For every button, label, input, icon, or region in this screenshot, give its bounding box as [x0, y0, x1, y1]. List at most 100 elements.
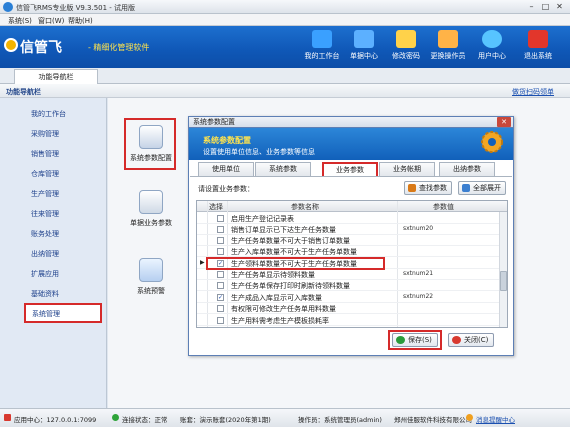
toolbar-change-password-button[interactable]: 修改密码	[386, 30, 426, 66]
shortcut-label: 系统预警	[137, 287, 165, 295]
alarm-icon	[139, 258, 163, 282]
table-row[interactable]: 生产用料需考虑生产模板损耗率	[197, 315, 499, 326]
toolbar-label: 用户中心	[478, 52, 506, 60]
row-checkbox[interactable]	[217, 248, 224, 255]
scrollbar-thumb[interactable]	[500, 271, 507, 291]
sidebar-item-accounts[interactable]: 往来管理	[0, 204, 107, 224]
sidebar-item-cashier[interactable]: 出纳管理	[0, 244, 107, 264]
document-params-shortcut[interactable]: 单据业务参数	[128, 190, 174, 228]
table-row[interactable]: 销售订单显示已下达生产任务数量 sxtnum20	[197, 224, 499, 235]
title-bar: 信管飞RMS专业版 V9.3.501 - 试用版 – □ ✕	[0, 0, 570, 14]
table-row[interactable]: 生产入库单数量不可大于生产任务单数量	[197, 246, 499, 257]
highlight-selected-row	[206, 257, 385, 270]
menu-bar: 系统(S) 窗口(W) 帮助(H)	[0, 14, 570, 26]
minimize-button[interactable]: –	[525, 1, 538, 12]
sidebar-item-production[interactable]: 生产管理	[0, 184, 107, 204]
app-center-status: 应用中心：127.0.0.1:7099	[14, 416, 97, 424]
banner-title: 系统参数配置	[203, 136, 251, 145]
connection-status: 连接状态：正常	[122, 416, 168, 424]
vertical-scrollbar[interactable]	[499, 212, 507, 327]
menu-system[interactable]: 系统(S)	[8, 16, 32, 26]
row-checkbox[interactable]: ✓	[217, 294, 224, 301]
param-name: 销售订单显示已下达生产任务数量	[231, 226, 336, 234]
dialog-title: 系统参数配置	[193, 118, 235, 126]
toolbar-label: 我的工作台	[304, 52, 340, 60]
sidebar-item-purchase[interactable]: 采购管理	[0, 124, 107, 144]
sidebar-item-extensions[interactable]: 扩展应用	[0, 264, 107, 284]
table-row[interactable]: 有权限可修改生产任务单用料数量	[197, 303, 499, 314]
message-center-link[interactable]: 消息提醒中心	[476, 414, 515, 424]
sidebar-item-system-management[interactable]: 系统管理	[24, 303, 102, 323]
close-icon	[452, 336, 461, 344]
column-header-name: 参数名称	[291, 203, 319, 211]
table-row[interactable]: 生产任务单数量不可大于销售订单数量	[197, 235, 499, 246]
company-name: 郑州佳服软件科技有限公司	[394, 416, 472, 424]
row-checkbox[interactable]	[217, 271, 224, 278]
toolbar-label: 退出系统	[524, 52, 552, 60]
tab-cashier-params[interactable]: 出纳参数	[439, 162, 495, 176]
toolbar-exit-button[interactable]: 退出系统	[518, 30, 558, 66]
banner-subtitle: 设置使用单位信息、业务参数等信息	[203, 148, 315, 156]
shortcut-label: 单据业务参数	[130, 219, 172, 227]
button-label: 关闭(C)	[464, 336, 489, 344]
sidebar-item-warehouse[interactable]: 仓库管理	[0, 164, 107, 184]
tab-business-params[interactable]: 业务参数	[322, 162, 378, 177]
find-param-button[interactable]: 查找参数	[404, 181, 452, 195]
menu-help[interactable]: 帮助(H)	[68, 16, 93, 26]
row-checkbox[interactable]	[217, 237, 224, 244]
param-name: 生产成品入库显示可入库数量	[231, 294, 322, 302]
table-row[interactable]: 生产任务单保存打印时刷新待领料数量	[197, 280, 499, 291]
dialog-close-button[interactable]: ✕	[497, 117, 511, 127]
expand-all-button[interactable]: 全部展开	[458, 181, 506, 195]
toolbar-user-center-button[interactable]: 用户中心	[472, 30, 512, 66]
toolbar-label: 单据中心	[350, 52, 378, 60]
sidebar-item-ledger[interactable]: 账务处理	[0, 224, 107, 244]
dialog-title-bar: 系统参数配置	[188, 116, 514, 128]
row-checkbox[interactable]	[217, 317, 224, 324]
param-value: sxtnum20	[403, 225, 434, 232]
param-name: 生产用料需考虑生产模板损耗率	[231, 317, 329, 325]
system-alert-shortcut[interactable]: 系统预警	[128, 258, 174, 296]
expand-icon	[462, 184, 470, 192]
tab-function-nav[interactable]: 功能导航栏	[14, 69, 98, 84]
scan-order-link[interactable]: 做货扫码领单	[512, 87, 554, 97]
globe-icon	[482, 30, 502, 48]
toolbar-documents-button[interactable]: 单据中心	[344, 30, 384, 66]
table-row[interactable]: 生产任务单显示待领料数量 sxtnum21	[197, 269, 499, 280]
row-checkbox[interactable]	[217, 215, 224, 222]
sidebar-item-basic-data[interactable]: 基础资料	[0, 284, 107, 304]
table-row[interactable]: ✓ 生产成品入库显示可入库数量 sxtnum22	[197, 292, 499, 303]
param-name: 有权限可修改生产任务单用料数量	[231, 305, 336, 313]
power-icon	[528, 30, 548, 48]
toolbar-switch-operator-button[interactable]: 更换操作员	[428, 30, 468, 66]
menu-window[interactable]: 窗口(W)	[38, 16, 64, 26]
settings-label: 请设置业务参数：	[198, 185, 254, 193]
connection-ok-icon	[112, 414, 119, 421]
column-header-value: 参数值	[433, 203, 454, 211]
gear-icon	[481, 131, 503, 153]
close-window-button[interactable]: ✕	[553, 1, 566, 12]
maximize-button[interactable]: □	[539, 1, 552, 12]
param-name: 启用生产登记记录表	[231, 215, 294, 223]
grid-header: 选择 参数名称 参数值	[197, 201, 507, 212]
tab-business-period[interactable]: 业务帐期	[379, 162, 435, 176]
section-bar: 功能导航栏 做货扫码领单	[0, 84, 570, 98]
table-row[interactable]: 启用生产登记记录表	[197, 213, 499, 224]
toolbar-workbench-button[interactable]: 我的工作台	[302, 30, 342, 66]
window-title: 信管飞RMS专业版 V9.3.501 - 试用版	[16, 4, 136, 12]
row-checkbox[interactable]	[217, 226, 224, 233]
app-logo-icon	[3, 2, 13, 12]
sidebar-item-sales[interactable]: 销售管理	[0, 144, 107, 164]
tab-organization[interactable]: 使用单位	[198, 162, 254, 176]
param-value: sxtnum21	[403, 270, 434, 277]
account-info: 账套：演示账套(2020年第1期)	[180, 416, 271, 424]
sidebar: 我的工作台 采购管理 销售管理 仓库管理 生产管理 往来管理 账务处理 出纳管理…	[0, 98, 107, 408]
row-checkbox[interactable]	[217, 282, 224, 289]
sidebar-item-workbench[interactable]: 我的工作台	[0, 104, 107, 124]
row-checkbox[interactable]	[217, 305, 224, 312]
app-header: 信管飞 - 精细化管理软件 我的工作台 单据中心 修改密码 更换操作员 用户中心…	[0, 26, 570, 68]
toolbar-label: 修改密码	[392, 52, 420, 60]
tab-system-params[interactable]: 系统参数	[255, 162, 311, 176]
message-icon	[466, 414, 473, 421]
close-dialog-button[interactable]: 关闭(C)	[448, 333, 495, 347]
